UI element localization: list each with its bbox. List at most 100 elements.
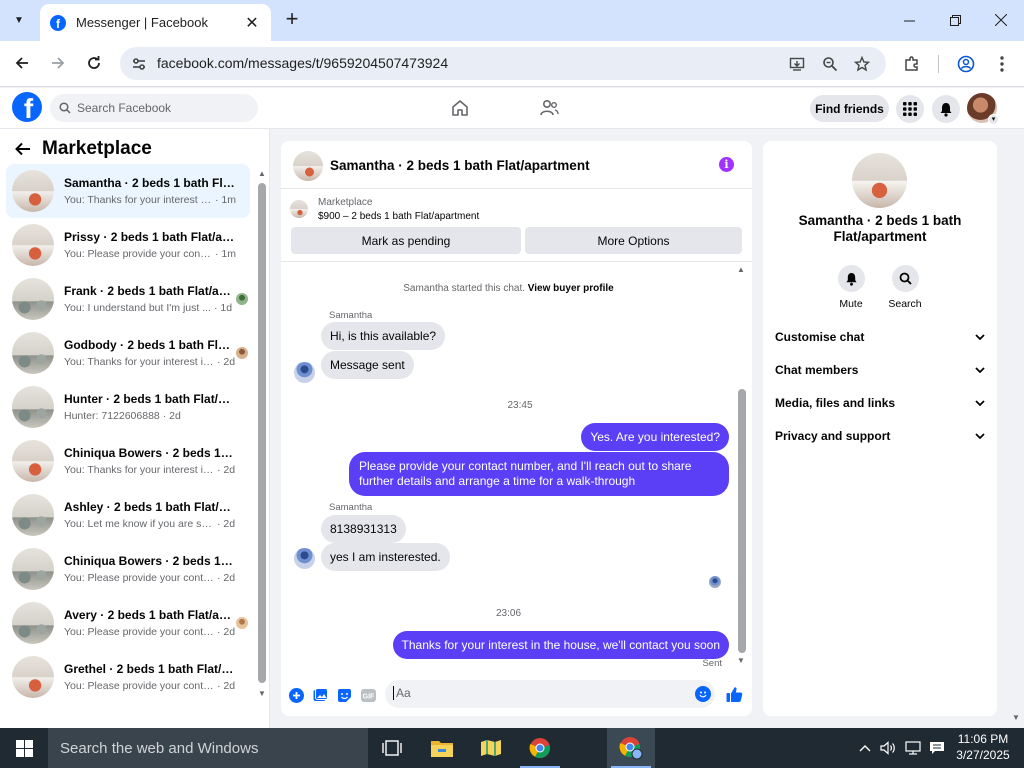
more-options-button[interactable]: More Options <box>525 227 742 254</box>
outgoing-message[interactable]: Yes. Are you interested? <box>581 423 729 451</box>
incoming-message[interactable]: yes I am insterested. <box>321 543 450 571</box>
bookmark-star-icon[interactable] <box>851 53 873 75</box>
menu-grid-icon[interactable] <box>896 95 924 123</box>
message-input[interactable] <box>393 686 683 700</box>
incoming-message[interactable]: Hi, is this available? <box>321 322 446 350</box>
scroll-down-arrow-icon[interactable]: ▼ <box>737 656 745 665</box>
thumbs-up-icon[interactable] <box>725 685 743 703</box>
photo-icon[interactable] <box>312 687 328 703</box>
info-icon[interactable]: i <box>719 157 734 172</box>
restore-icon[interactable] <box>932 0 978 40</box>
conversation-item[interactable]: Ashley · 2 beds 1 bath Flat/apar... You:… <box>6 488 250 542</box>
chat-avatar[interactable] <box>293 151 323 181</box>
plus-icon[interactable] <box>288 687 304 703</box>
outgoing-message[interactable]: Thanks for your interest in the house, w… <box>392 631 729 659</box>
scroll-down-arrow-icon[interactable]: ▼ <box>258 689 266 698</box>
search-in-chat-button[interactable]: Search <box>885 265 925 310</box>
home-icon[interactable] <box>448 97 472 119</box>
reload-icon[interactable] <box>82 51 106 75</box>
extensions-puzzle-icon[interactable] <box>900 52 924 76</box>
message-input-box[interactable] <box>385 680 715 708</box>
page-scroll-down-arrow-icon[interactable]: ▼ <box>1012 713 1020 722</box>
outgoing-message[interactable]: Please provide your contact number, and … <box>349 452 729 496</box>
listing-thumbnail <box>12 386 54 428</box>
facebook-logo-icon[interactable]: f <box>12 92 42 122</box>
conversation-item[interactable]: Chiniqua Bowers · 2 beds 1 bath... You: … <box>6 542 250 596</box>
volume-icon[interactable] <box>878 728 898 768</box>
conversation-item[interactable]: Frank · 2 beds 1 bath Flat/apart... You:… <box>6 272 250 326</box>
network-icon[interactable] <box>903 728 923 768</box>
listing-thumbnail <box>12 440 54 482</box>
notifications-bell-icon[interactable] <box>932 95 960 123</box>
chat-members-section[interactable]: Chat members <box>775 360 985 380</box>
chat-title[interactable]: Samantha · 2 beds 1 bath Flat/apartment <box>330 158 590 173</box>
privacy-support-section[interactable]: Privacy and support <box>775 426 985 446</box>
zoom-icon[interactable] <box>819 53 841 75</box>
scrollbar-thumb[interactable] <box>738 389 746 653</box>
incoming-message[interactable]: Message sent <box>321 351 414 379</box>
maps-app-icon[interactable] <box>467 728 515 768</box>
conversation-item[interactable]: Hunter · 2 beds 1 bath Flat/apar... Hunt… <box>6 380 250 434</box>
action-center-icon[interactable] <box>927 728 947 768</box>
conversation-time: · 2d <box>217 356 236 368</box>
windows-start-icon[interactable] <box>0 728 48 768</box>
emoji-icon[interactable] <box>695 686 711 702</box>
browser-tab-messenger[interactable]: f Messenger | Facebook ✕ <box>40 4 271 41</box>
minimize-icon[interactable] <box>886 0 932 40</box>
back-arrow-icon[interactable] <box>10 51 34 75</box>
sender-avatar[interactable] <box>294 548 315 569</box>
conversation-item[interactable]: Godbody · 2 beds 1 bath Flat... You: Tha… <box>6 326 250 380</box>
url-text: facebook.com/messages/t/9659204507473924 <box>157 55 449 71</box>
listing-price[interactable]: $900 – 2 beds 1 bath Flat/apartment <box>318 211 479 222</box>
scrollbar-thumb[interactable] <box>258 183 266 683</box>
view-buyer-profile-link[interactable]: View buyer profile <box>528 283 614 294</box>
scroll-up-arrow-icon[interactable]: ▲ <box>258 169 266 178</box>
mark-as-pending-button[interactable]: Mark as pending <box>291 227 521 254</box>
chrome-profile-icon[interactable] <box>607 728 655 768</box>
conversation-avatar[interactable] <box>852 153 907 208</box>
sticker-icon[interactable] <box>336 687 352 703</box>
timestamp: 23:06 <box>495 608 522 619</box>
taskbar-clock[interactable]: 11:06 PM 3/27/2025 <box>950 731 1016 763</box>
conversation-item[interactable]: Samantha · 2 beds 1 bath Flat/a... You: … <box>6 164 250 218</box>
mute-button[interactable]: Mute <box>831 265 871 310</box>
chevron-down-icon <box>975 400 985 406</box>
sidebar-scrollbar[interactable]: ▲ ▼ <box>257 169 267 729</box>
find-friends-button[interactable]: Find friends <box>810 95 889 122</box>
site-info-icon[interactable] <box>128 53 150 75</box>
close-window-icon[interactable] <box>978 0 1024 40</box>
gif-icon[interactable]: GIF <box>360 687 376 703</box>
conversation-item[interactable]: Avery · 2 beds 1 bath Flat/ap... You: Pl… <box>6 596 250 650</box>
task-view-icon[interactable] <box>368 728 416 768</box>
conversation-item[interactable]: Prissy · 2 beds 1 bath Flat/apart... You… <box>6 218 250 272</box>
facebook-search-input[interactable] <box>77 101 247 115</box>
listing-source: Marketplace <box>318 197 373 208</box>
tab-close-icon[interactable]: ✕ <box>243 13 261 33</box>
profile-icon[interactable] <box>954 52 978 76</box>
sender-avatar[interactable] <box>294 362 315 383</box>
tab-search-chevron-icon[interactable]: ▼ <box>6 8 32 32</box>
media-files-links-section[interactable]: Media, files and links <box>775 393 985 413</box>
listing-thumbnail[interactable] <box>290 200 308 218</box>
conversation-item[interactable]: Grethel · 2 beds 1 bath Flat/apa... You:… <box>6 650 250 704</box>
install-app-icon[interactable] <box>786 53 808 75</box>
address-bar[interactable]: facebook.com/messages/t/9659204507473924 <box>120 47 886 80</box>
scroll-up-arrow-icon[interactable]: ▲ <box>737 265 745 274</box>
account-chevron-icon[interactable]: ▾ <box>988 114 999 125</box>
customise-chat-section[interactable]: Customise chat <box>775 327 985 347</box>
chat-scrollbar[interactable]: ▲ ▼ <box>737 265 747 669</box>
forward-arrow-icon[interactable] <box>46 51 70 75</box>
friends-icon[interactable] <box>537 97 561 119</box>
incoming-message[interactable]: 8138931313 <box>321 515 406 543</box>
tray-chevron-up-icon[interactable] <box>855 728 875 768</box>
chrome-icon[interactable] <box>516 728 564 768</box>
conversation-item[interactable]: Chiniqua Bowers · 2 beds 1 bath... You: … <box>6 434 250 488</box>
browser-menu-icon[interactable] <box>990 52 1014 76</box>
facebook-search-box[interactable] <box>50 94 258 122</box>
listing-thumbnail <box>12 656 54 698</box>
taskbar-search-box[interactable]: Search the web and Windows <box>48 728 368 768</box>
timestamp: 23:45 <box>507 400 533 411</box>
back-arrow-icon[interactable] <box>14 140 32 158</box>
file-explorer-icon[interactable] <box>418 728 466 768</box>
new-tab-icon[interactable]: + <box>280 8 304 32</box>
